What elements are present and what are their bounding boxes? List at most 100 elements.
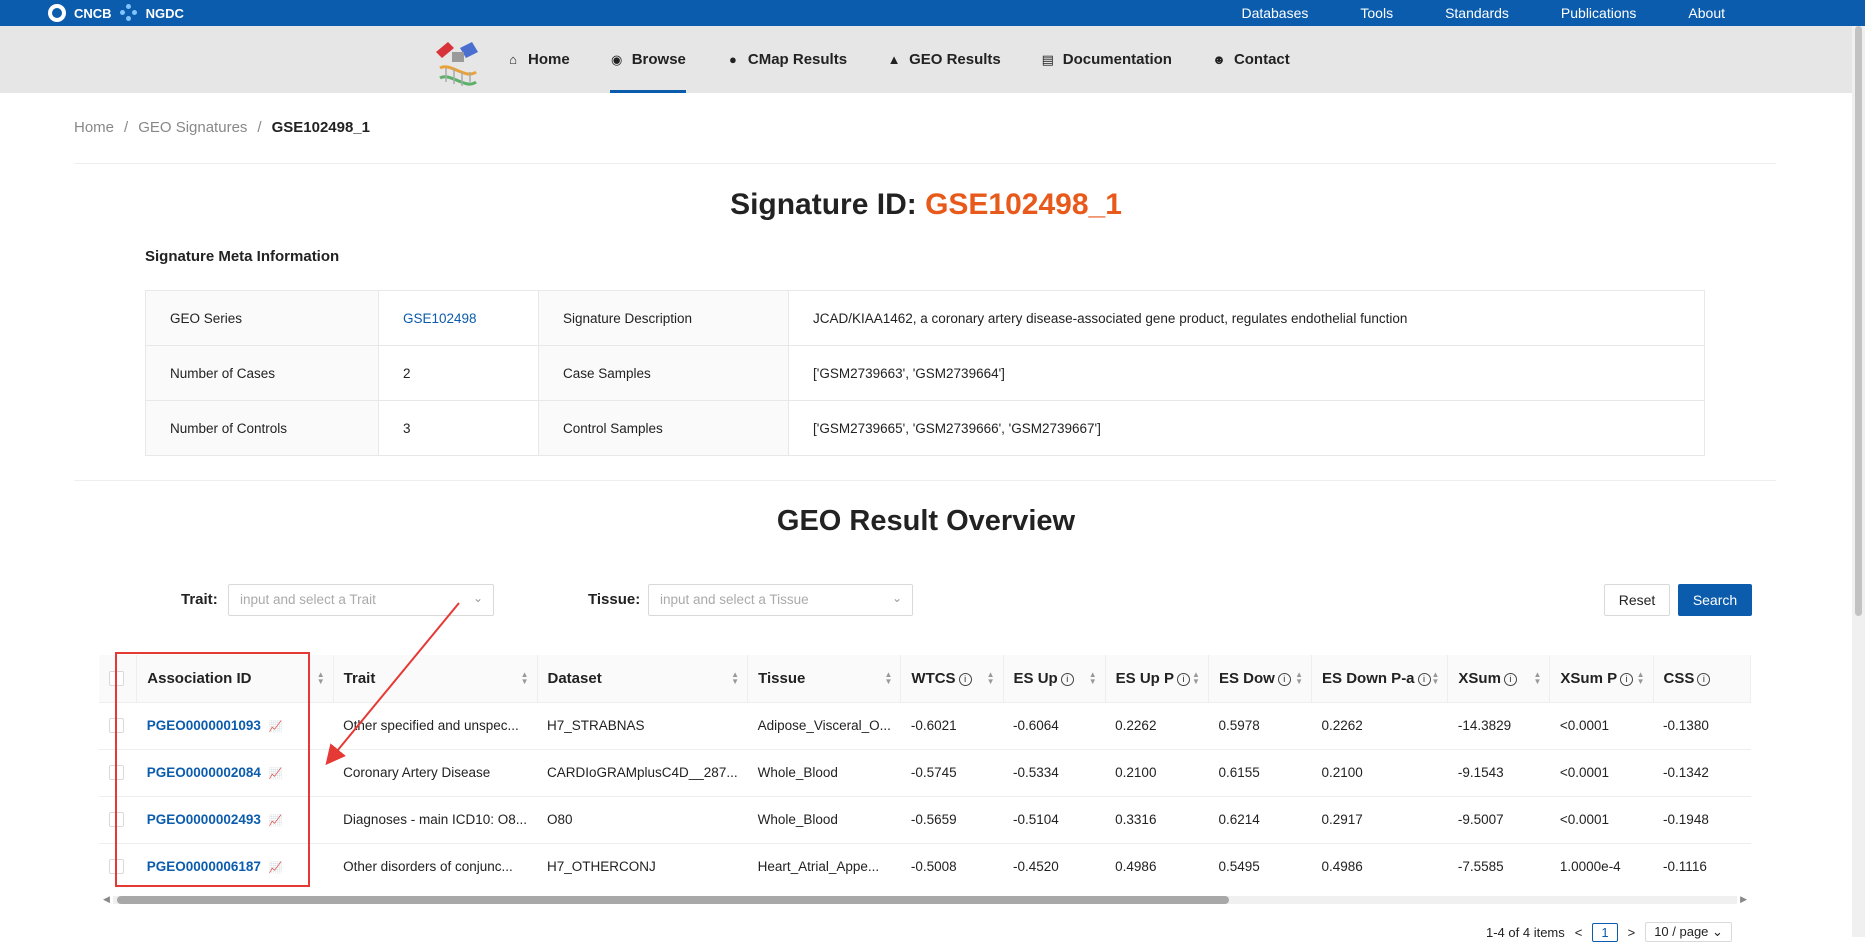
brand-cncb: CNCB [74, 5, 112, 21]
sort-icon[interactable]: ▲ ▼ [1089, 671, 1097, 686]
sort-icon[interactable]: ▲ ▼ [1533, 671, 1541, 686]
topnav-about[interactable]: About [1688, 5, 1725, 21]
tissue-filter-label: Tissue: [588, 591, 641, 608]
sort-icon[interactable]: ▲ ▼ [1637, 671, 1645, 686]
sort-icon[interactable]: ▲ ▼ [987, 671, 995, 686]
meta-label: Signature Description [538, 290, 789, 346]
meta-value: JCAD/KIAA1462, a coronary artery disease… [788, 290, 1705, 346]
pagination: 1-4 of 4 items < 1 > 10 / page ⌄ [1486, 922, 1732, 942]
col-label: XSum [1458, 669, 1501, 687]
table-row: PGEO0000002493 📈 Diagnoses - main ICD10: … [99, 796, 1751, 844]
annotation-highlight-box [115, 652, 310, 887]
page-button[interactable]: 1 [1592, 922, 1618, 942]
col-tissue[interactable]: Tissue ▲ ▼ [747, 655, 902, 703]
sort-icon[interactable]: ▲ ▼ [521, 671, 529, 686]
next-page-icon[interactable]: > [1628, 925, 1636, 940]
table-cell: <0.0001 [1549, 749, 1654, 797]
breadcrumb-home[interactable]: Home [74, 119, 114, 136]
nav-contact-label: Contact [1233, 51, 1290, 68]
topnav-tools[interactable]: Tools [1360, 5, 1393, 21]
cncb-globe-icon [48, 4, 66, 22]
page-size-select[interactable]: 10 / page ⌄ [1645, 922, 1732, 942]
table-row: PGEO0000001093 📈 Other specified and unsp… [99, 702, 1751, 750]
table-cell: Other disorders of conjunc... [333, 843, 537, 890]
sort-icon[interactable]: ▲ ▼ [1192, 671, 1200, 686]
scrollbar-thumb[interactable] [117, 896, 1229, 904]
col-trait[interactable]: Trait ▲ ▼ [333, 655, 538, 703]
table-cell: H7_STRABNAS [537, 702, 748, 750]
table-cell: 0.6155 [1208, 749, 1312, 797]
table-cell: Whole_Blood [747, 749, 901, 797]
geo-series-link[interactable]: GSE102498 [403, 311, 477, 326]
search-button[interactable]: Search [1678, 584, 1752, 616]
breadcrumb-separator: / [124, 119, 129, 136]
info-icon[interactable]: i [1177, 672, 1191, 686]
info-icon[interactable]: i [1060, 672, 1074, 686]
sort-icon[interactable]: ▲ ▼ [731, 671, 739, 686]
scroll-right-icon[interactable]: ▶ [1740, 894, 1747, 905]
col-label: CSS [1663, 669, 1695, 687]
sort-icon[interactable]: ▲ ▼ [884, 671, 892, 686]
nav-documentation-label: Documentation [1062, 51, 1172, 68]
page-vertical-scrollbar[interactable] [1852, 26, 1865, 937]
table-cell: 0.2100 [1311, 749, 1448, 797]
trait-select[interactable]: input and select a Trait ⌄ [228, 584, 494, 616]
col-es-down[interactable]: ES Dow i ▲ ▼ [1208, 655, 1313, 703]
prev-page-icon[interactable]: < [1575, 925, 1583, 940]
topnav-publications[interactable]: Publications [1561, 5, 1637, 21]
col-label: ES Down P-a [1322, 669, 1415, 687]
col-es-up-p[interactable]: ES Up Pi ▲ ▼ [1105, 655, 1209, 703]
cncb-ngdc-logo[interactable]: CNCB NGDC [48, 4, 184, 22]
trait-filter-label: Trait: [181, 591, 218, 608]
table-cell: -7.5585 [1447, 843, 1550, 890]
document-icon: ▤ [1041, 51, 1054, 67]
nav-contact[interactable]: ☻ Contact [1212, 26, 1290, 93]
info-icon[interactable]: i [1503, 672, 1517, 686]
nav-cmap-label: CMap Results [747, 51, 848, 68]
chevron-down-icon: ⌄ [891, 591, 902, 605]
site-logo-icon[interactable] [432, 38, 484, 90]
signature-meta-table: GEO Series GSE102498 Signature Descripti… [145, 290, 1705, 456]
nav-cmap-results[interactable]: ● CMap Results [726, 26, 847, 93]
nav-documentation[interactable]: ▤ Documentation [1041, 26, 1172, 93]
col-css[interactable]: CSS i [1653, 655, 1751, 703]
divider [74, 163, 1776, 164]
meta-label: Number of Controls [145, 400, 379, 456]
page-scrollbar-thumb[interactable] [1855, 26, 1862, 616]
col-wtcs[interactable]: WTCS i ▲ ▼ [900, 655, 1004, 703]
info-icon[interactable]: i [1697, 672, 1711, 686]
info-icon[interactable]: i [1620, 672, 1634, 686]
info-icon[interactable]: i [958, 672, 972, 686]
tissue-label-text: Tissue [588, 591, 636, 608]
nav-geo-results[interactable]: ▲ GEO Results [887, 26, 1001, 93]
tissue-select[interactable]: input and select a Tissue ⌄ [648, 584, 913, 616]
col-label: ES Up P [1115, 669, 1175, 687]
col-xsum-p[interactable]: XSum Pi ▲ ▼ [1549, 655, 1654, 703]
table-horizontal-scrollbar[interactable]: ◀ ▶ [99, 894, 1751, 906]
info-icon[interactable]: i [1277, 672, 1291, 686]
reset-button[interactable]: Reset [1604, 584, 1670, 616]
col-xsum[interactable]: XSum i ▲ ▼ [1447, 655, 1551, 703]
nav-home-label: Home [528, 51, 570, 68]
table-cell: -9.5007 [1447, 796, 1550, 844]
col-dataset[interactable]: Dataset ▲ ▼ [537, 655, 749, 703]
table-cell: 0.2262 [1311, 702, 1448, 750]
col-es-up[interactable]: ES Up i ▲ ▼ [1003, 655, 1106, 703]
table-cell: Other specified and unspec... [333, 702, 537, 750]
topnav-standards[interactable]: Standards [1445, 5, 1509, 21]
info-icon[interactable]: i [1417, 672, 1431, 686]
sort-icon[interactable]: ▲ ▼ [1431, 671, 1439, 686]
sort-icon[interactable]: ▲ ▼ [317, 671, 325, 686]
breadcrumb-geo-signatures[interactable]: GEO Signatures [138, 119, 247, 136]
table-cell: 0.6214 [1208, 796, 1312, 844]
eye-icon: ◉ [611, 51, 623, 67]
tissue-placeholder: input and select a Tissue [660, 592, 809, 607]
table-cell: 0.5978 [1208, 702, 1312, 750]
nav-browse[interactable]: ◉ Browse [609, 26, 687, 93]
scroll-left-icon[interactable]: ◀ [103, 894, 110, 905]
nav-home[interactable]: ⌂ Home [506, 26, 570, 93]
trait-placeholder: input and select a Trait [240, 592, 376, 607]
sort-icon[interactable]: ▲ ▼ [1295, 671, 1303, 686]
topnav-databases[interactable]: Databases [1241, 5, 1308, 21]
col-es-down-p[interactable]: ES Down P-a i ▲ ▼ [1311, 655, 1449, 703]
